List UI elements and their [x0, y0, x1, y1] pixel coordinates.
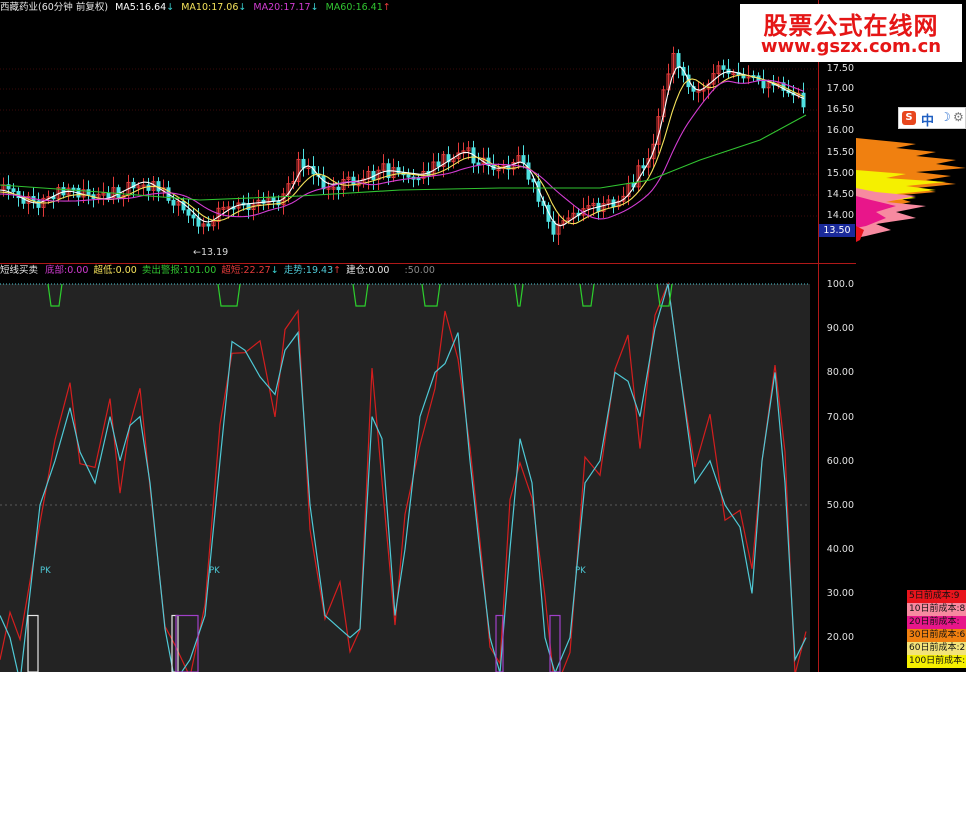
price-tick: 14.00: [826, 210, 854, 221]
chip-distribution: [856, 138, 966, 242]
moon-icon[interactable]: ☽: [940, 110, 951, 124]
price-chart[interactable]: [0, 0, 818, 263]
price-candle: [156, 181, 161, 192]
price-candle: [676, 53, 681, 68]
site-watermark: 股票公式在线网 www.gszx.com.cn: [740, 4, 962, 62]
indicator-tick: 70.00: [826, 412, 854, 423]
ma10-arrow: ↓: [238, 2, 247, 13]
chart-window: 西藏药业(60分钟 前复权) MA5:16.64↓ MA10:17.06↓ MA…: [0, 0, 966, 672]
price-tick: 17.00: [826, 83, 854, 94]
ma5-label: MA5:16.64: [115, 2, 167, 13]
price-candle: [526, 162, 531, 180]
fast-line: [0, 281, 807, 672]
pk-signal: PK: [575, 566, 586, 576]
price-tick: 15.50: [826, 147, 854, 158]
price-legend: 西藏药业(60分钟 前复权) MA5:16.64↓ MA10:17.06↓ MA…: [0, 2, 391, 14]
maichu-label: 卖出警报:101.00: [141, 265, 217, 276]
bottom-signal-bar: [27, 614, 39, 672]
indicator-tick: 80.00: [826, 367, 854, 378]
chaoduan-label: 超短:22.27: [221, 265, 271, 276]
zoushi-label: 走势:19.43: [283, 265, 334, 276]
price-candle: [641, 165, 646, 169]
price-candle: [116, 187, 121, 198]
ma20-arrow: ↓: [310, 2, 319, 13]
sogou-s-icon[interactable]: S: [902, 111, 916, 125]
fifty-label: :50.00: [404, 265, 435, 276]
price-candle: [336, 186, 341, 191]
chinese-mode-toggle[interactable]: 中: [921, 110, 934, 129]
low-price-annotation: ←13.19: [193, 247, 229, 258]
sell-alert-signal: [352, 283, 369, 307]
ma10-line: [0, 74, 805, 225]
indicator-tick: 50.00: [826, 500, 854, 511]
watermark-url: www.gszx.com.cn: [760, 36, 942, 57]
indicator-chart[interactable]: [0, 264, 818, 672]
indicator-tick: 20.00: [826, 632, 854, 643]
price-candle: [551, 220, 556, 235]
sell-alert-signal: [217, 283, 241, 307]
ma20-label: MA20:17.17: [253, 2, 311, 13]
chaoduan-arrow: ↓: [270, 265, 279, 276]
stock-title: 西藏药业(60分钟 前复权): [0, 2, 109, 13]
chaodi-label: 超低:0.00: [93, 265, 137, 276]
current-price-tag: 13.50: [819, 224, 855, 237]
price-candle: [191, 214, 196, 219]
cost-row-60d: 60日前成本:2: [907, 642, 966, 655]
price-candle: [761, 79, 766, 89]
indicator-tick: 60.00: [826, 456, 854, 467]
cost-row-10d: 10日前成本:8: [907, 603, 966, 616]
dibu-label: 底部:0.00: [45, 265, 89, 276]
jiancang-label: 建仓:0.00: [346, 265, 390, 276]
gear-icon[interactable]: ⚙: [953, 110, 964, 124]
zoushi-arrow: ↑: [333, 265, 342, 276]
slow-line: [0, 283, 807, 672]
sell-alert-signal: [421, 283, 441, 307]
price-candle: [801, 92, 806, 108]
sell-alert-signal: [47, 283, 63, 307]
ma60-label: MA60:16.41: [325, 2, 383, 13]
price-tick: 17.50: [826, 63, 854, 74]
price-candle: [206, 223, 211, 227]
ma5-arrow: ↓: [166, 2, 175, 13]
price-candle: [11, 188, 16, 193]
pk-signal: PK: [209, 566, 220, 576]
price-candle: [146, 184, 151, 191]
cost-row-100d: 100日前成本:: [907, 655, 966, 668]
sell-alert-signal: [514, 283, 524, 307]
indicator-tick: 40.00: [826, 544, 854, 555]
pk-signal: PK: [40, 566, 51, 576]
cost-row-5d: 5日前成本:9: [907, 590, 966, 603]
indicator-tick: 30.00: [826, 588, 854, 599]
cost-row-30d: 30日前成本:6: [907, 629, 966, 642]
indicator-axis-line: [818, 264, 819, 672]
price-candle: [86, 189, 91, 196]
indicator-legend: 短线买卖 底部:0.00 超低:0.00 卖出警报:101.00 超短:22.2…: [0, 265, 435, 277]
cost-row-20d: 20日前成本:: [907, 616, 966, 629]
price-candle: [321, 175, 326, 190]
price-candle: [186, 209, 191, 216]
ma10-label: MA10:17.06: [181, 2, 239, 13]
indicator-tick: 100.0: [826, 279, 854, 290]
price-candle: [521, 155, 526, 164]
indicator-title: 短线买卖: [0, 265, 39, 276]
ime-toolbar[interactable]: S 中 ☽ ⚙: [898, 107, 966, 129]
price-tick: 14.50: [826, 189, 854, 200]
indicator-tick: 90.00: [826, 323, 854, 334]
price-candle: [721, 65, 726, 70]
price-candle: [171, 199, 176, 206]
price-candle: [106, 192, 111, 199]
price-tick: 16.50: [826, 104, 854, 115]
ma5-line: [0, 65, 805, 227]
price-tick: 15.00: [826, 168, 854, 179]
ma60-arrow: ↑: [382, 2, 391, 13]
sell-alert-signal: [579, 283, 595, 307]
price-candle: [436, 161, 441, 167]
price-tick: 16.00: [826, 125, 854, 136]
